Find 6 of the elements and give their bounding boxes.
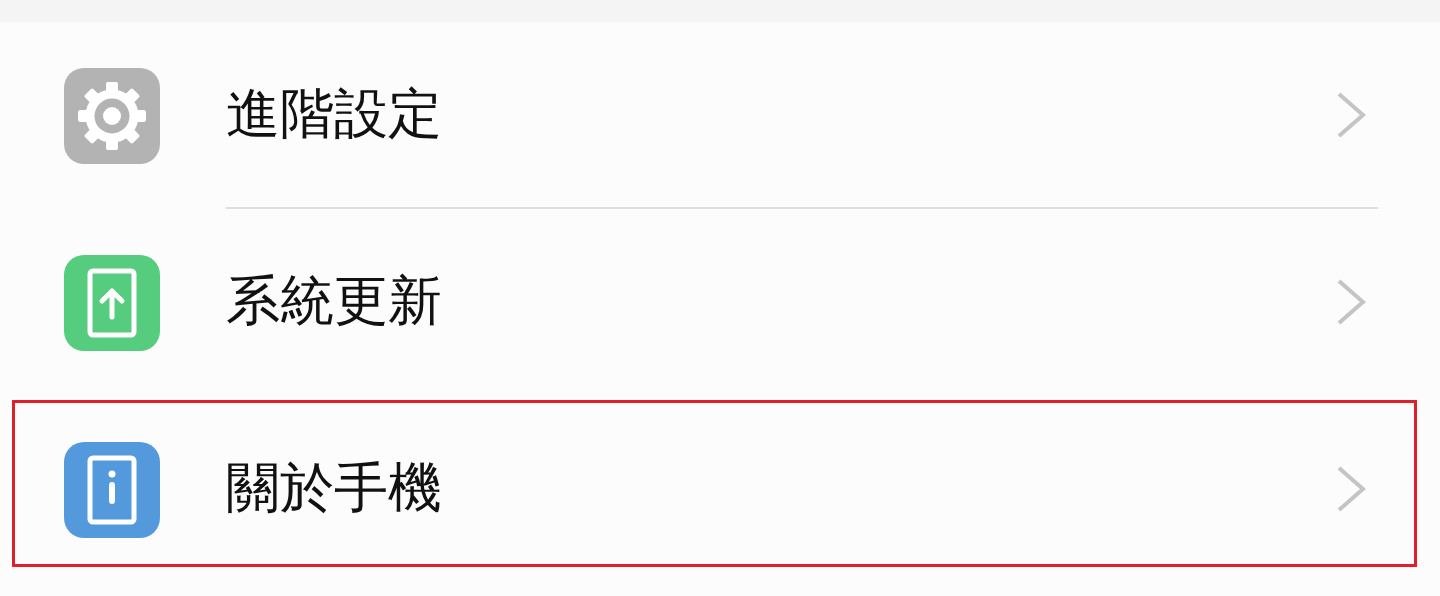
- chevron-icon: [1336, 90, 1366, 139]
- settings-item-label[interactable]: 關於手機: [226, 452, 1336, 525]
- chevron-icon: [1336, 277, 1366, 326]
- settings-item-label[interactable]: 進階設定: [226, 78, 1336, 151]
- chevron-icon: [1336, 464, 1366, 513]
- settings-item-label[interactable]: 系統更新: [226, 265, 1336, 338]
